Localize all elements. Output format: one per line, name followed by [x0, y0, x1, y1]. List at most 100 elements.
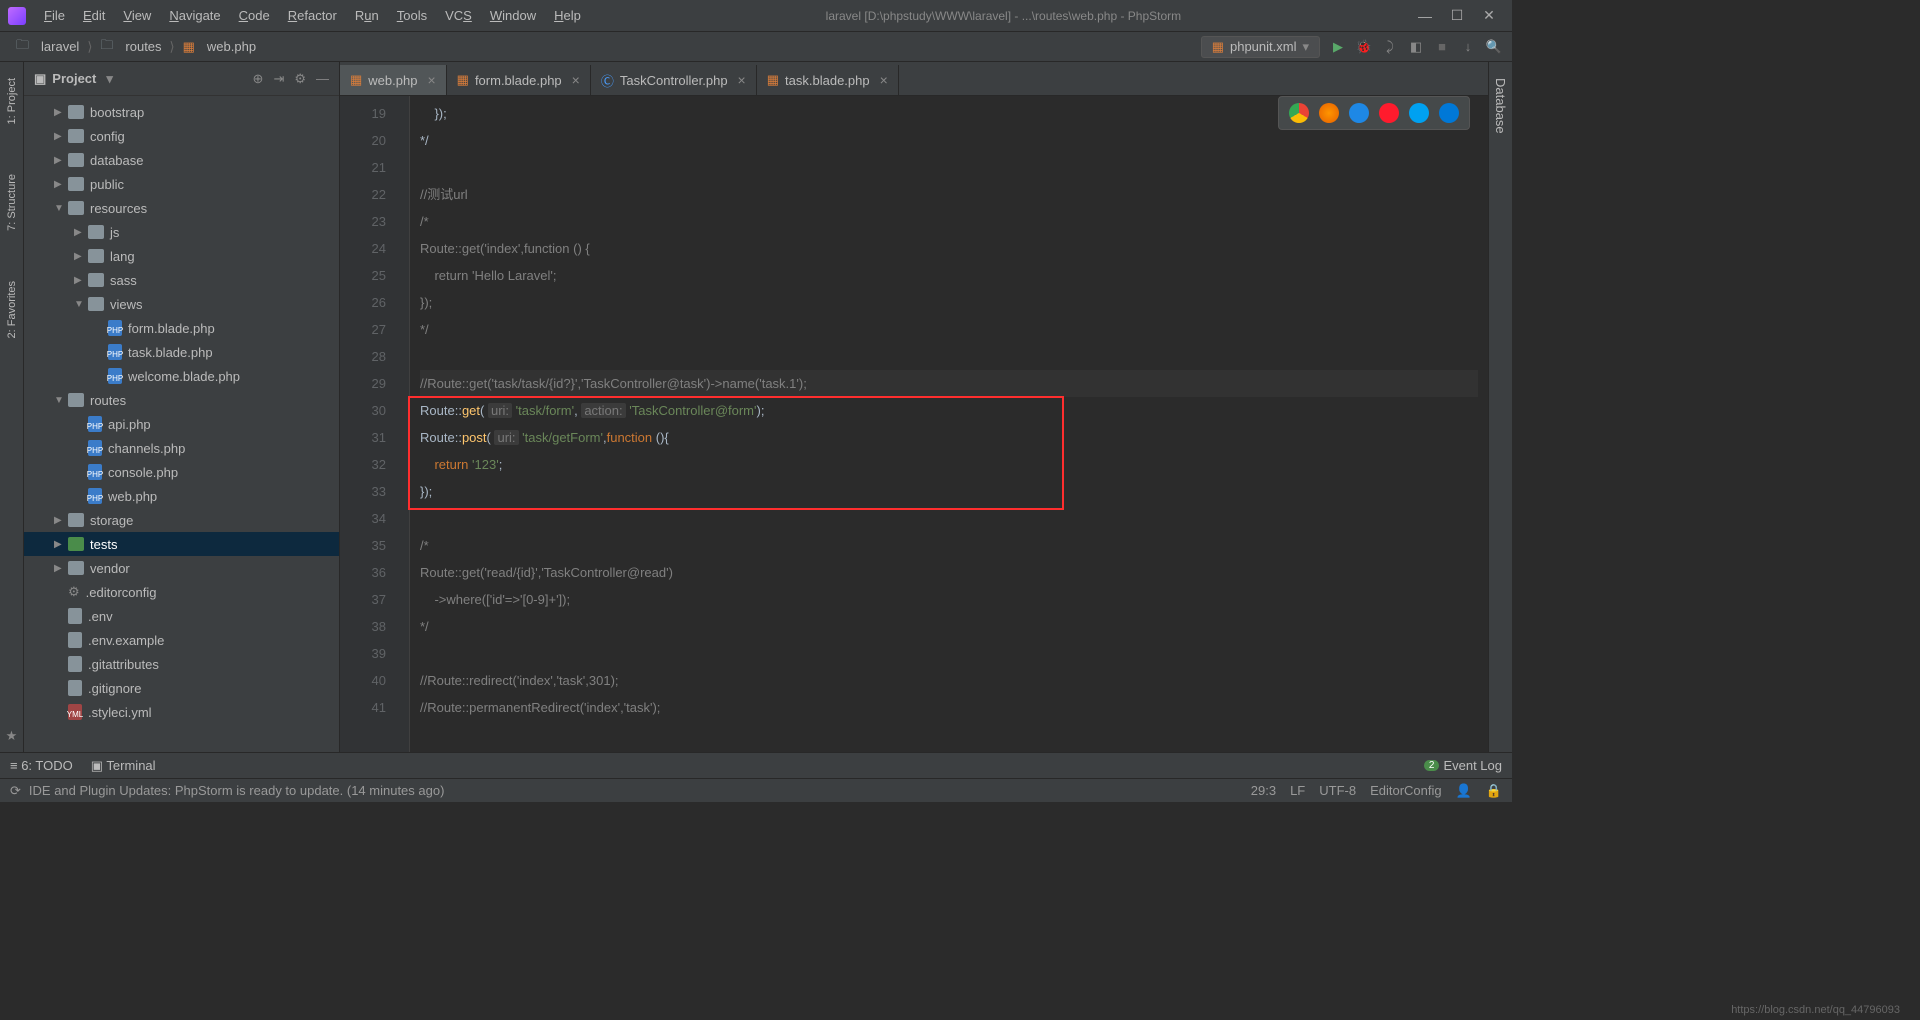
menu-vcs[interactable]: VCS [437, 4, 480, 27]
menu-refactor[interactable]: Refactor [280, 4, 345, 27]
main-area: 1: Project 7: Structure 2: Favorites ★ ▣Pro… [0, 62, 1512, 752]
tree-item--env[interactable]: .env [24, 604, 339, 628]
opera-icon[interactable] [1379, 103, 1399, 123]
menu-help[interactable]: Help [546, 4, 589, 27]
editorconfig-indicator[interactable]: EditorConfig [1370, 783, 1442, 798]
menu-code[interactable]: Code [231, 4, 278, 27]
chrome-icon[interactable] [1289, 103, 1309, 123]
caret-position[interactable]: 29:3 [1251, 783, 1276, 798]
search-everywhere-button[interactable]: 🔍 [1486, 39, 1502, 55]
debug-button[interactable]: 🐞 [1356, 39, 1372, 55]
tree-item-routes[interactable]: ▼routes [24, 388, 339, 412]
firefox-icon[interactable] [1319, 103, 1339, 123]
editor-tabs: ▦web.php×▦form.blade.php×ⒸTaskController… [340, 62, 1488, 96]
tree-item-sass[interactable]: ▶sass [24, 268, 339, 292]
tool-todo[interactable]: ≡ 6: TODO [10, 758, 73, 773]
fold-column[interactable] [396, 96, 410, 752]
menu-tools[interactable]: Tools [389, 4, 435, 27]
project-tree[interactable]: ▶bootstrap▶config▶database▶public▼resour… [24, 96, 339, 752]
breadcrumb-2[interactable]: ▦web.php [177, 37, 262, 57]
safari-icon[interactable] [1349, 103, 1369, 123]
ie-icon[interactable] [1409, 103, 1429, 123]
status-bar: ⟳ IDE and Plugin Updates: PhpStorm is re… [0, 778, 1512, 802]
breadcrumb-1[interactable]: 🗀routes [94, 34, 167, 60]
tab-task-blade-php[interactable]: ▦task.blade.php× [757, 65, 899, 95]
run-configuration-selector[interactable]: ▦phpunit.xml▾ [1201, 36, 1320, 58]
tree-item--gitattributes[interactable]: .gitattributes [24, 652, 339, 676]
tree-item-resources[interactable]: ▼resources [24, 196, 339, 220]
bottom-tool-bar: ≡ 6: TODO ▣ Terminal 2Event Log [0, 752, 1512, 778]
tree-item-public[interactable]: ▶public [24, 172, 339, 196]
lock-icon: 🔒 [1486, 783, 1502, 799]
tree-item-task-blade-php[interactable]: PHPtask.blade.php [24, 340, 339, 364]
tree-item-welcome-blade-php[interactable]: PHPwelcome.blade.php [24, 364, 339, 388]
run-button[interactable]: ▶ [1330, 39, 1346, 55]
tree-item--editorconfig[interactable]: ⚙.editorconfig [24, 580, 339, 604]
menu-navigate[interactable]: Navigate [161, 4, 228, 27]
tab-close-icon[interactable]: × [738, 72, 746, 88]
tab-TaskController-php[interactable]: ⒸTaskController.php× [591, 65, 757, 95]
navigation-bar: 🗀laravel⟩🗀routes⟩▦web.php ▦phpunit.xml▾ … [0, 32, 1512, 62]
code-editor[interactable]: 1920212223242526272829303132333435363738… [340, 96, 1488, 752]
minimize-button[interactable]: — [1418, 9, 1432, 23]
tool-terminal[interactable]: ▣ Terminal [91, 758, 156, 774]
menu-window[interactable]: Window [482, 4, 544, 27]
tree-item-js[interactable]: ▶js [24, 220, 339, 244]
tab-web-php[interactable]: ▦web.php× [340, 65, 447, 95]
tree-item-tests[interactable]: ▶tests [24, 532, 339, 556]
tree-item-form-blade-php[interactable]: PHPform.blade.php [24, 316, 339, 340]
update-button[interactable]: ↓ [1460, 39, 1476, 55]
tree-item--gitignore[interactable]: .gitignore [24, 676, 339, 700]
status-update-icon[interactable]: ⟳ [10, 783, 21, 799]
tree-item-console-php[interactable]: PHPconsole.php [24, 460, 339, 484]
inspections-indicator[interactable]: 👤 [1456, 783, 1472, 799]
line-separator[interactable]: LF [1290, 783, 1305, 798]
line-gutter: 1920212223242526272829303132333435363738… [340, 96, 396, 752]
menu-view[interactable]: View [115, 4, 159, 27]
menu-edit[interactable]: Edit [75, 4, 113, 27]
tree-item-vendor[interactable]: ▶vendor [24, 556, 339, 580]
tree-item-storage[interactable]: ▶storage [24, 508, 339, 532]
tab-close-icon[interactable]: × [880, 72, 888, 88]
maximize-button[interactable]: ☐ [1450, 9, 1464, 23]
tab-close-icon[interactable]: × [427, 72, 435, 88]
panel-settings-button[interactable]: ⚙ [294, 71, 306, 87]
rail-tab-database[interactable]: Database [1490, 68, 1511, 144]
locate-file-button[interactable]: ⊕ [253, 71, 264, 87]
breadcrumb-0[interactable]: 🗀laravel [10, 34, 85, 60]
panel-hide-button[interactable]: — [316, 71, 329, 87]
menu-run[interactable]: Run [347, 4, 387, 27]
menu-bar: FileEditViewNavigateCodeRefactorRunTools… [0, 0, 1512, 32]
tree-item--styleci-yml[interactable]: YML.styleci.yml [24, 700, 339, 724]
tab-form-blade-php[interactable]: ▦form.blade.php× [447, 65, 591, 95]
collapse-all-button[interactable]: ⇥ [273, 71, 284, 87]
favorites-icon[interactable]: ★ [6, 728, 18, 744]
tree-item-web-php[interactable]: PHPweb.php [24, 484, 339, 508]
coverage-button[interactable]: ⤸ [1382, 39, 1398, 55]
left-tool-rail: 1: Project 7: Structure 2: Favorites ★ [0, 62, 24, 752]
stop-button[interactable]: ■ [1434, 39, 1450, 55]
tree-item-lang[interactable]: ▶lang [24, 244, 339, 268]
tree-item-channels-php[interactable]: PHPchannels.php [24, 436, 339, 460]
tree-item--env-example[interactable]: .env.example [24, 628, 339, 652]
rail-tab-project[interactable]: 1: Project [3, 68, 21, 134]
tree-item-api-php[interactable]: PHPapi.php [24, 412, 339, 436]
app-icon [8, 7, 26, 25]
profiler-button[interactable]: ◧ [1408, 39, 1424, 55]
tree-item-views[interactable]: ▼views [24, 292, 339, 316]
tree-item-bootstrap[interactable]: ▶bootstrap [24, 100, 339, 124]
tab-close-icon[interactable]: × [572, 72, 580, 88]
event-log-button[interactable]: 2Event Log [1424, 758, 1502, 773]
tree-item-config[interactable]: ▶config [24, 124, 339, 148]
edge-icon[interactable] [1439, 103, 1459, 123]
menu-file[interactable]: File [36, 4, 73, 27]
project-panel: ▣Project▾ ⊕ ⇥ ⚙ — ▶bootstrap▶config▶data… [24, 62, 340, 752]
rail-tab-structure[interactable]: 7: Structure [3, 164, 21, 241]
close-button[interactable]: ✕ [1482, 9, 1496, 23]
tree-item-database[interactable]: ▶database [24, 148, 339, 172]
window-title: laravel [D:\phpstudy\WWW\laravel] - ...\… [589, 9, 1418, 23]
rail-tab-favorites[interactable]: 2: Favorites [3, 271, 21, 348]
code-content[interactable]: });*///测试url/*Route::get('index',functio… [410, 96, 1488, 752]
project-panel-header: ▣Project▾ ⊕ ⇥ ⚙ — [24, 62, 339, 96]
file-encoding[interactable]: UTF-8 [1319, 783, 1356, 798]
